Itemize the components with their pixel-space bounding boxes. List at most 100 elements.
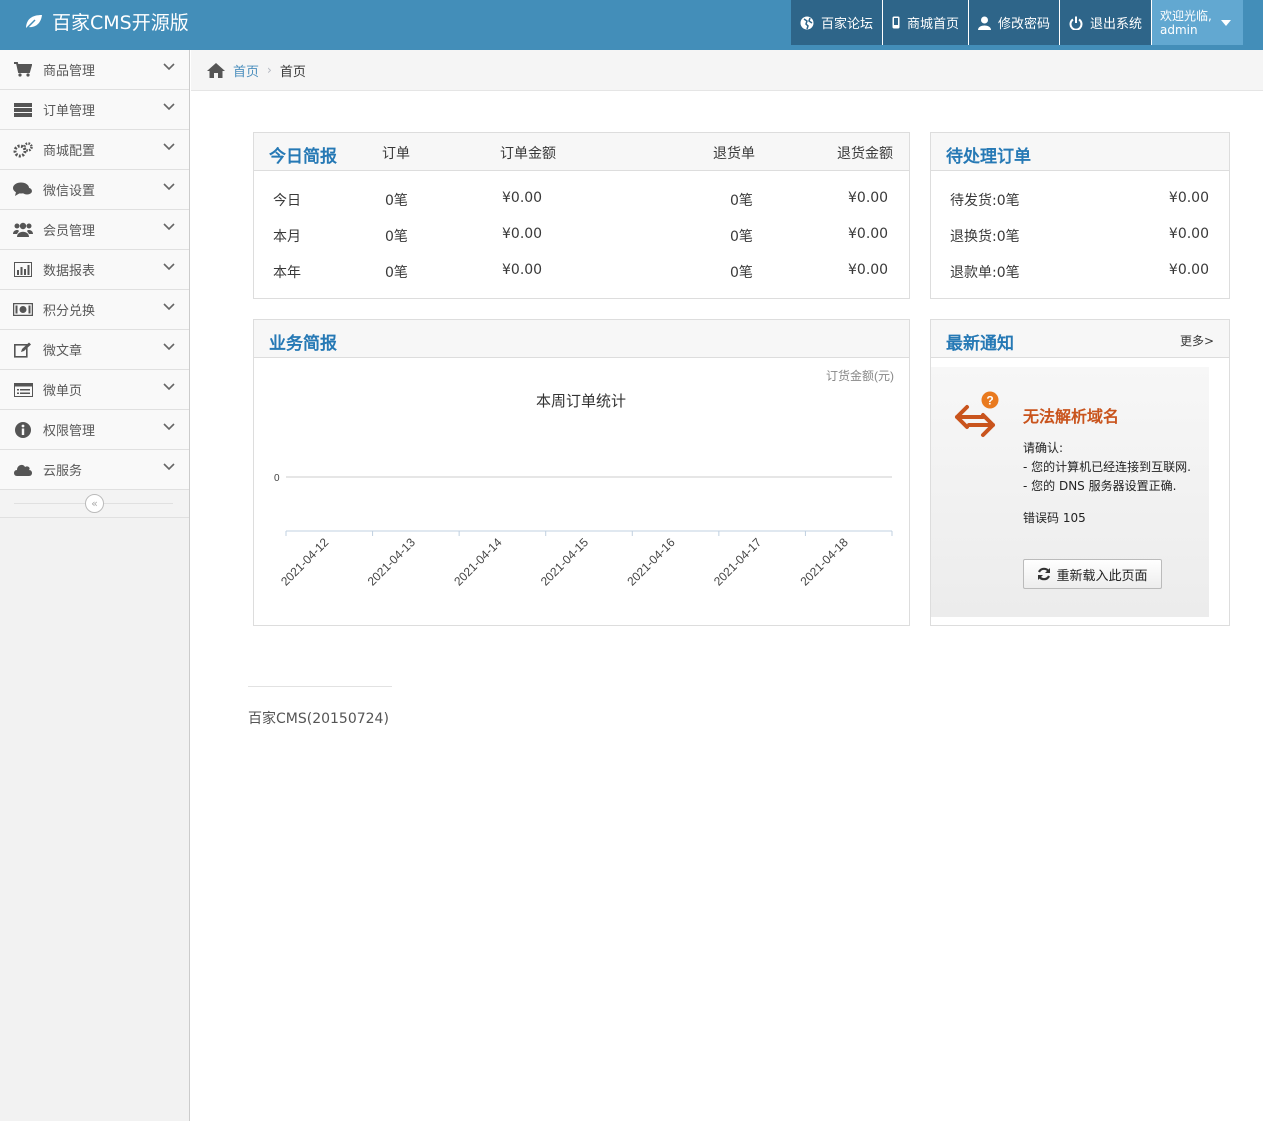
cloud-icon [12, 462, 34, 478]
refresh-icon [1038, 567, 1051, 581]
change-password-link[interactable]: 修改密码 [967, 0, 1059, 45]
sidebar-item-cloud[interactable]: 云服务 [0, 450, 189, 490]
sidebar-item-label: 商品管理 [43, 64, 96, 79]
column-header: 退货金额 [837, 146, 893, 162]
cogs-icon [12, 141, 34, 158]
pending-orders-widget: 待处理订单 待发货:0笔 ¥0.00 退换货:0笔 ¥0.00 退款单:0笔 ¥… [930, 132, 1230, 299]
chart-title: 本周订单统计 [536, 393, 626, 410]
column-header: 订单金额 [500, 146, 556, 162]
sidebar-item-orders[interactable]: 订单管理 [0, 90, 189, 130]
sidebar-collapse: « [0, 490, 189, 518]
sidebar-item-goods[interactable]: 商品管理 [0, 50, 189, 90]
x-tick-label: 2021-04-18 [798, 535, 852, 589]
return-amount-cell: ¥0.00 [848, 226, 889, 242]
pending-amount: ¥0.00 [1168, 262, 1209, 278]
power-icon [1069, 16, 1083, 30]
breadcrumb-current: 首页 [279, 64, 306, 80]
chevron-down-icon [163, 63, 175, 71]
widget-title: 今日简报 [269, 147, 337, 167]
widget-title: 业务简报 [269, 334, 337, 354]
sidebar-item-label: 权限管理 [43, 424, 96, 439]
row-label: 本年 [273, 265, 301, 281]
cart-icon [12, 62, 34, 78]
chevron-down-icon [163, 383, 175, 391]
sidebar-item-label: 微信设置 [43, 184, 96, 199]
amount-cell: ¥0.00 [502, 226, 543, 242]
x-tick-label: 2021-04-13 [365, 535, 419, 589]
comments-icon [12, 182, 34, 198]
sidebar-item-label: 会员管理 [43, 224, 96, 239]
error-line: - 您的计算机已经连接到互联网. [1023, 460, 1191, 474]
returns-cell: 0笔 [730, 265, 753, 281]
brand-title: 百家CMS开源版 [52, 12, 189, 34]
return-amount-cell: ¥0.00 [848, 190, 889, 206]
user-menu[interactable]: 欢迎光临, admin [1151, 0, 1243, 45]
error-code: 错误码 105 [1023, 511, 1086, 525]
sidebar-item-label: 订单管理 [43, 104, 96, 119]
chevron-down-icon [163, 343, 175, 351]
sidebar: 商品管理 订单管理 商城配置 微信设置 会员管理 数据报表 积分兑换 微文章 微 [0, 50, 190, 1121]
footer-text: 百家CMS(20150724) [248, 711, 389, 727]
mobile-icon [892, 16, 900, 29]
sidebar-item-wechat[interactable]: 微信设置 [0, 170, 189, 210]
brand[interactable]: 百家CMS开源版 [24, 8, 189, 35]
collapse-sidebar-button[interactable]: « [85, 494, 104, 513]
widget-header: 最新通知 更多> [931, 320, 1229, 358]
chevron-down-icon [163, 183, 175, 191]
sidebar-item-points[interactable]: 积分兑换 [0, 290, 189, 330]
pending-amount: ¥0.00 [1168, 226, 1209, 242]
return-amount-cell: ¥0.00 [848, 262, 889, 278]
pending-label: 退款单:0笔 [950, 265, 1020, 281]
chevron-down-icon [163, 263, 175, 271]
forum-label: 百家论坛 [820, 17, 873, 32]
sidebar-item-articles[interactable]: 微文章 [0, 330, 189, 370]
user-greeting: 欢迎光临, admin [1160, 9, 1212, 37]
breadcrumb: 首页 › 首页 [191, 50, 1263, 91]
sidebar-item-members[interactable]: 会员管理 [0, 210, 189, 250]
column-header: 订单 [382, 146, 410, 162]
x-tick-label: 2021-04-17 [711, 535, 765, 589]
orders-cell: 0笔 [385, 193, 408, 209]
shop-home-label: 商城首页 [906, 17, 959, 32]
breadcrumb-separator: › [267, 63, 272, 77]
money-icon [12, 302, 34, 318]
shop-home-link[interactable]: 商城首页 [881, 0, 968, 45]
footer-divider [248, 686, 392, 687]
globe-icon [800, 16, 814, 29]
row-label: 本月 [273, 229, 301, 245]
home-icon [207, 62, 225, 78]
chevron-down-icon [163, 303, 175, 311]
svg-text:?: ? [986, 394, 993, 408]
server-icon [12, 102, 34, 118]
sidebar-item-label: 积分兑换 [43, 304, 96, 319]
chevron-down-icon [163, 423, 175, 431]
user-icon [977, 16, 991, 30]
sidebar-item-single-pages[interactable]: 微单页 [0, 370, 189, 410]
sidebar-item-label: 商城配置 [43, 144, 96, 159]
network-error-icon: ? [955, 391, 999, 437]
chevron-down-icon [163, 463, 175, 471]
reload-button[interactable]: 重新载入此页面 [1023, 559, 1162, 589]
sidebar-item-shop-config[interactable]: 商城配置 [0, 130, 189, 170]
error-line: 请确认: [1023, 441, 1064, 455]
logout-link[interactable]: 退出系统 [1058, 0, 1151, 45]
pending-label: 退换货:0笔 [950, 229, 1020, 245]
more-link[interactable]: 更多> [1180, 332, 1214, 349]
group-icon [12, 222, 34, 238]
breadcrumb-home-link[interactable]: 首页 [233, 61, 259, 80]
forum-link[interactable]: 百家论坛 [790, 0, 882, 45]
sidebar-item-label: 云服务 [43, 464, 83, 479]
username: admin [1160, 22, 1198, 37]
logout-label: 退出系统 [1089, 17, 1142, 32]
top-nav: 百家论坛 商城首页 修改密码 退出系统 欢迎光临, admin [790, 0, 1243, 45]
widget-header: 待处理订单 [931, 133, 1229, 171]
pending-label: 待发货:0笔 [950, 193, 1020, 209]
welcome-text: 欢迎光临, [1160, 8, 1212, 23]
sidebar-item-reports[interactable]: 数据报表 [0, 250, 189, 290]
error-description: 请确认: - 您的计算机已经连接到互联网. - 您的 DNS 服务器设置正确. [1023, 439, 1191, 496]
pending-amount: ¥0.00 [1168, 190, 1209, 206]
business-brief-widget: 业务简报 订货金额(元) 本周订单统计 0 2021-04-12 2021-04-13 2… [253, 319, 910, 626]
sidebar-item-permissions[interactable]: 权限管理 [0, 410, 189, 450]
today-brief-widget: 今日简报 订单 订单金额 退货单 退货金额 今日 0笔 ¥0.00 0笔 ¥0.… [253, 132, 910, 299]
top-navbar: 百家CMS开源版 百家论坛 商城首页 修改密码 退出系统 欢迎光临, admin [0, 0, 1263, 50]
